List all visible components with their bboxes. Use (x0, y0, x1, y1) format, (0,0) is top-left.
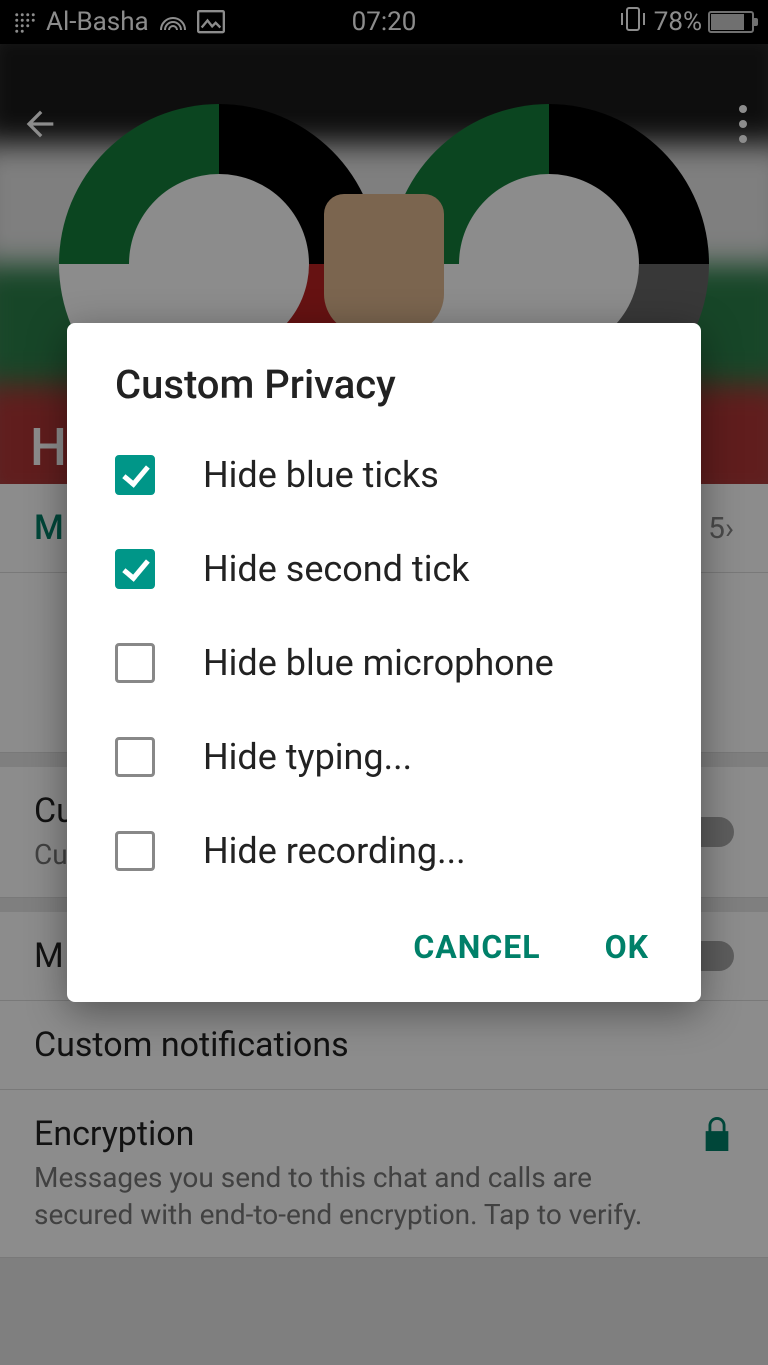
option-label: Hide typing... (203, 736, 412, 778)
option-hide-blue-ticks[interactable]: Hide blue ticks (67, 428, 701, 522)
option-hide-recording[interactable]: Hide recording... (67, 804, 701, 898)
option-label: Hide recording... (203, 830, 466, 872)
checkbox-hide-recording[interactable] (115, 831, 155, 871)
checkbox-hide-second-tick[interactable] (115, 549, 155, 589)
custom-privacy-dialog: Custom Privacy Hide blue ticks Hide seco… (67, 323, 701, 1002)
checkbox-hide-blue-ticks[interactable] (115, 455, 155, 495)
ok-button[interactable]: OK (593, 920, 661, 974)
checkbox-hide-typing[interactable] (115, 737, 155, 777)
dialog-title: Custom Privacy (67, 323, 701, 428)
option-hide-blue-microphone[interactable]: Hide blue microphone (67, 616, 701, 710)
cancel-button[interactable]: CANCEL (401, 920, 552, 974)
option-label: Hide second tick (203, 548, 470, 590)
option-hide-second-tick[interactable]: Hide second tick (67, 522, 701, 616)
option-label: Hide blue microphone (203, 642, 554, 684)
option-hide-typing[interactable]: Hide typing... (67, 710, 701, 804)
checkbox-hide-blue-microphone[interactable] (115, 643, 155, 683)
option-label: Hide blue ticks (203, 454, 439, 496)
